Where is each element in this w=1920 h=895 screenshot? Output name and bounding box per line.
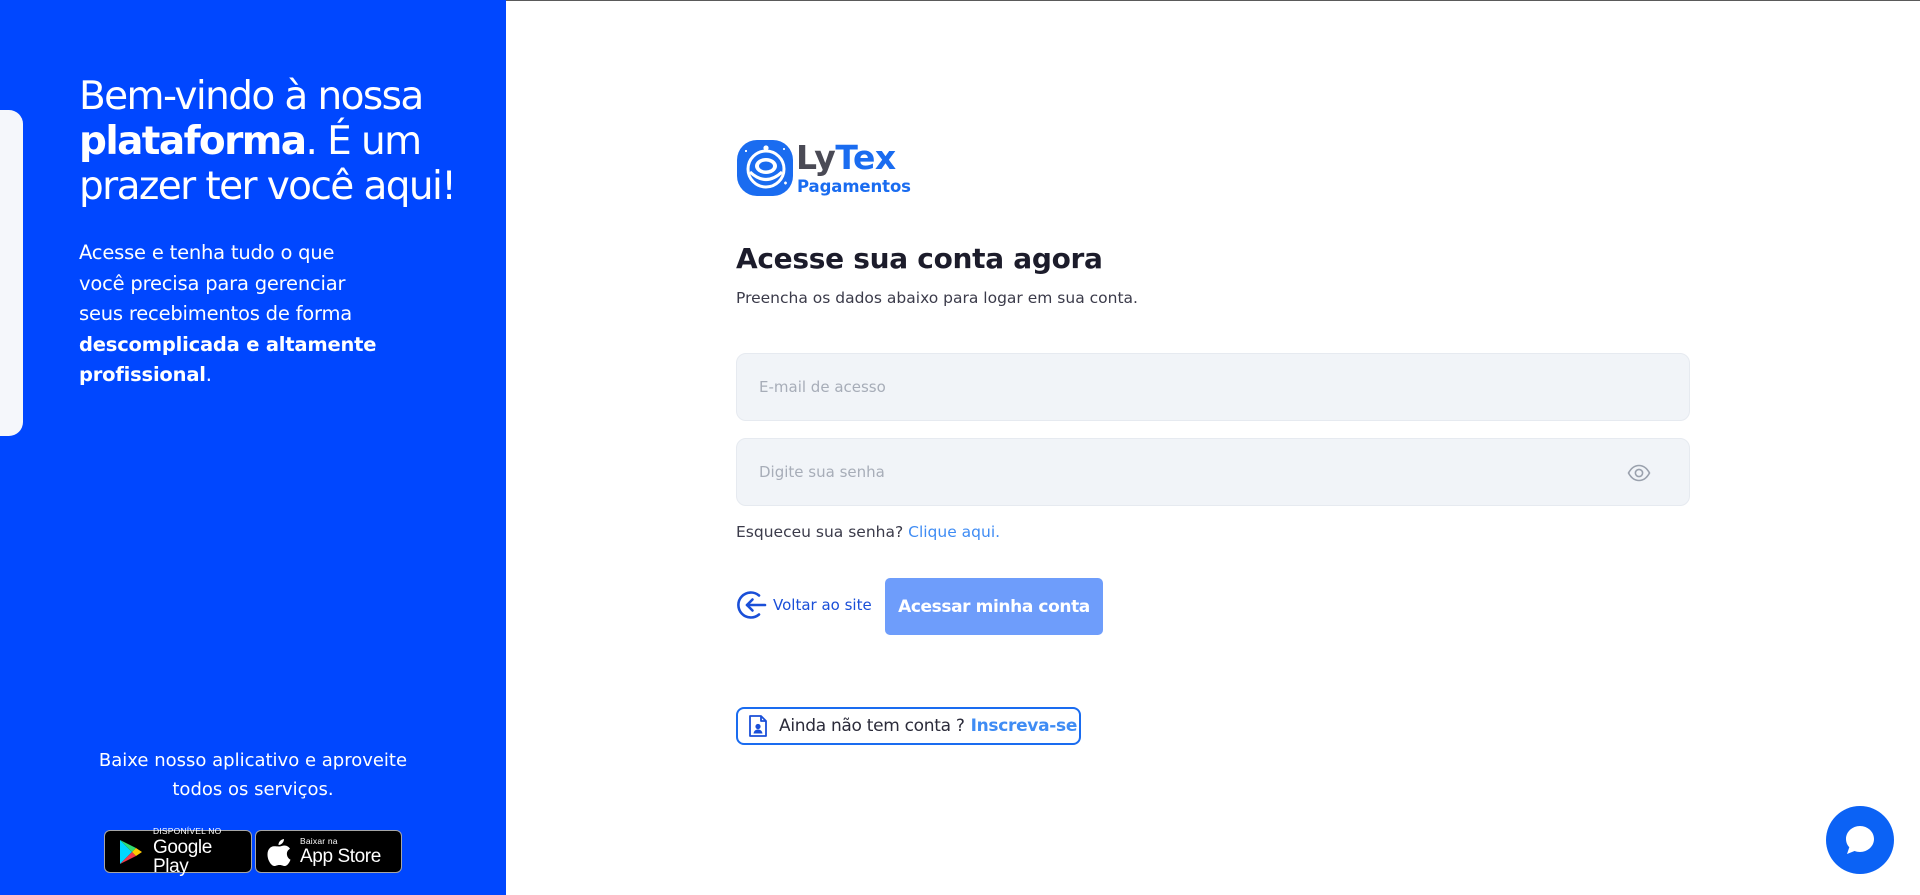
logo-name-ly: Ly [796,138,836,177]
apple-icon [267,838,291,866]
desc-text-bold: descomplicada e altamente profissional [79,332,377,387]
app-store-big: App Store [300,846,381,868]
forgot-password-text: Esqueceu sua senha? [736,523,904,541]
password-field[interactable] [737,439,1689,505]
login-button[interactable]: Acessar minha conta [885,578,1103,635]
desc-text-1: Acesse e tenha tudo o que você precisa p… [79,241,353,325]
side-drawer-tab[interactable] [0,110,23,436]
email-field[interactable] [737,354,1689,420]
signup-question: Ainda não tem conta ? [779,716,965,736]
user-document-icon [749,715,767,737]
arrow-left-circle-icon [737,591,767,619]
app-store-small: Baixar na [300,835,338,846]
chat-bubble-icon [1846,826,1874,854]
back-to-site-label: Voltar ao site [773,596,872,614]
chat-button[interactable] [1826,806,1894,874]
google-play-small: DISPONÍVEL NO [153,826,222,837]
app-store-text: Baixar na App Store [300,837,381,867]
password-field-wrapper [736,438,1690,506]
lytex-logo-icon [737,140,793,196]
logo-name-tex: Tex [835,138,896,177]
eye-icon[interactable] [1627,462,1651,484]
logo-subtitle: Pagamentos [797,177,911,196]
google-play-icon [120,839,142,864]
welcome-panel: Bem-vindo à nossa plataforma. É um praze… [0,0,506,895]
signup-button[interactable]: Ainda não tem conta ? Inscreva-se [736,707,1081,745]
google-play-text: DISPONÍVEL NO Google Play [153,827,251,876]
welcome-text-bold: plataforma [79,119,307,164]
welcome-heading: Bem-vindo à nossa plataforma. É um praze… [79,74,459,209]
lytex-logo: LyTex Pagamentos [736,139,916,199]
logo-name: LyTex [796,140,896,176]
welcome-description: Acesse e tenha tudo o que você precisa p… [79,238,379,391]
forgot-password: Esqueceu sua senha? Clique aqui. [736,523,1000,541]
app-download-text: Baixe nosso aplicativo e aproveite todos… [98,750,408,800]
google-play-big: Google Play [153,836,212,877]
back-to-site-link[interactable]: Voltar ao site [736,588,872,622]
welcome-text-1: Bem-vindo à nossa [79,74,424,119]
app-store-button[interactable]: Baixar na App Store [255,830,402,873]
email-field-wrapper [736,353,1690,421]
page-title: Acesse sua conta agora [736,242,1103,275]
google-play-button[interactable]: DISPONÍVEL NO Google Play [104,827,252,876]
signup-link[interactable]: Inscreva-se [971,716,1078,736]
forgot-password-link[interactable]: Clique aqui. [908,523,1000,541]
page-subtitle: Preencha os dados abaixo para logar em s… [736,289,1138,307]
desc-text-2: . [205,363,212,386]
